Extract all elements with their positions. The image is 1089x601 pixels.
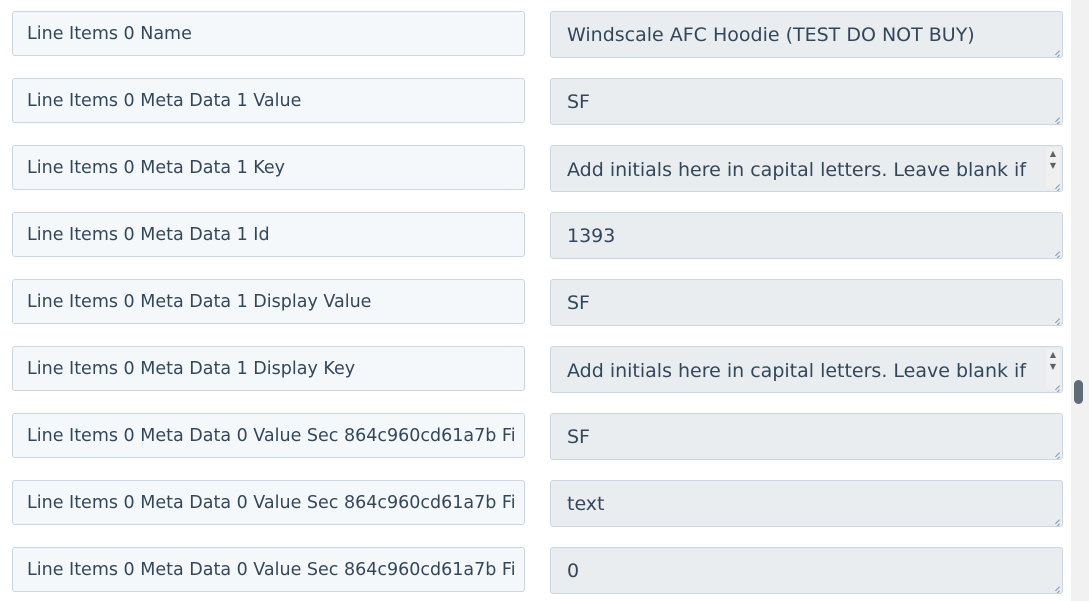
field-value-textarea[interactable]: 1393	[550, 212, 1063, 259]
mapping-row: Line Items 0 Meta Data 0 Value Sec 864c9…	[0, 413, 1070, 461]
scroll-up-arrow-icon[interactable]: ▲	[1050, 148, 1056, 160]
mapping-row: Line Items 0 Name Windscale AFC Hoodie (…	[0, 11, 1070, 59]
field-label[interactable]: Line Items 0 Meta Data 1 Display Value	[12, 279, 525, 324]
field-value-textarea[interactable]: SF	[550, 279, 1063, 326]
field-value-textarea[interactable]: SF	[550, 413, 1063, 460]
field-label[interactable]: Line Items 0 Meta Data 1 Key	[12, 145, 525, 190]
mapping-row: Line Items 0 Meta Data 0 Value Sec 864c9…	[0, 480, 1070, 528]
field-value-text: 0	[567, 559, 580, 582]
mapping-row: Line Items 0 Meta Data 1 Id 1393	[0, 212, 1070, 260]
mapping-row: Line Items 0 Meta Data 1 Display Key Add…	[0, 346, 1070, 394]
mapping-row: Line Items 0 Meta Data 0 Value Sec 864c9…	[0, 547, 1070, 595]
field-label[interactable]: Line Items 0 Meta Data 0 Value Sec 864c9…	[12, 480, 525, 525]
resize-handle-icon[interactable]	[1050, 514, 1060, 524]
scroll-down-arrow-icon[interactable]: ▼	[1050, 361, 1056, 373]
field-value-textarea[interactable]: text	[550, 480, 1063, 527]
field-mapping-list: Line Items 0 Name Windscale AFC Hoodie (…	[0, 0, 1089, 601]
resize-handle-icon[interactable]	[1050, 112, 1060, 122]
field-value-text: Windscale AFC Hoodie (TEST DO NOT BUY)	[567, 23, 975, 46]
resize-handle-icon[interactable]	[1050, 581, 1060, 591]
field-value-text: SF	[567, 425, 590, 448]
field-value-textarea[interactable]: Windscale AFC Hoodie (TEST DO NOT BUY)	[550, 11, 1063, 58]
field-value-text: Add initials here in capital letters. Le…	[567, 360, 1027, 392]
page-scrollbar[interactable]	[1071, 0, 1089, 601]
field-label[interactable]: Line Items 0 Name	[12, 11, 525, 56]
field-value-text: SF	[567, 90, 590, 113]
resize-handle-icon[interactable]	[1050, 313, 1060, 323]
field-value-text: text	[567, 492, 605, 515]
mapping-row: Line Items 0 Meta Data 1 Key Add initial…	[0, 145, 1070, 193]
field-value-textarea[interactable]: Add initials here in capital letters. Le…	[550, 346, 1063, 393]
resize-handle-icon[interactable]	[1050, 45, 1060, 55]
scroll-up-arrow-icon[interactable]: ▲	[1050, 349, 1056, 361]
scroll-down-arrow-icon[interactable]: ▼	[1050, 160, 1056, 172]
resize-handle-icon[interactable]	[1050, 380, 1060, 390]
field-value-textarea[interactable]: Add initials here in capital letters. Le…	[550, 145, 1063, 192]
resize-handle-icon[interactable]	[1050, 246, 1060, 256]
field-value-text: Add initials here in capital letters. Le…	[567, 159, 1027, 191]
field-label[interactable]: Line Items 0 Meta Data 1 Value	[12, 78, 525, 123]
field-label[interactable]: Line Items 0 Meta Data 0 Value Sec 864c9…	[12, 547, 525, 592]
field-value-textarea[interactable]: 0	[550, 547, 1063, 594]
field-label[interactable]: Line Items 0 Meta Data 1 Id	[12, 212, 525, 257]
field-value-text: SF	[567, 291, 590, 314]
mapping-row: Line Items 0 Meta Data 1 Value SF	[0, 78, 1070, 126]
resize-handle-icon[interactable]	[1050, 447, 1060, 457]
mapping-row: Line Items 0 Meta Data 1 Display Value S…	[0, 279, 1070, 327]
resize-handle-icon[interactable]	[1050, 179, 1060, 189]
scrollbar-thumb[interactable]	[1074, 380, 1083, 404]
field-label[interactable]: Line Items 0 Meta Data 1 Display Key	[12, 346, 525, 391]
field-label[interactable]: Line Items 0 Meta Data 0 Value Sec 864c9…	[12, 413, 525, 458]
field-value-textarea[interactable]: SF	[550, 78, 1063, 125]
field-value-text: 1393	[567, 224, 616, 247]
